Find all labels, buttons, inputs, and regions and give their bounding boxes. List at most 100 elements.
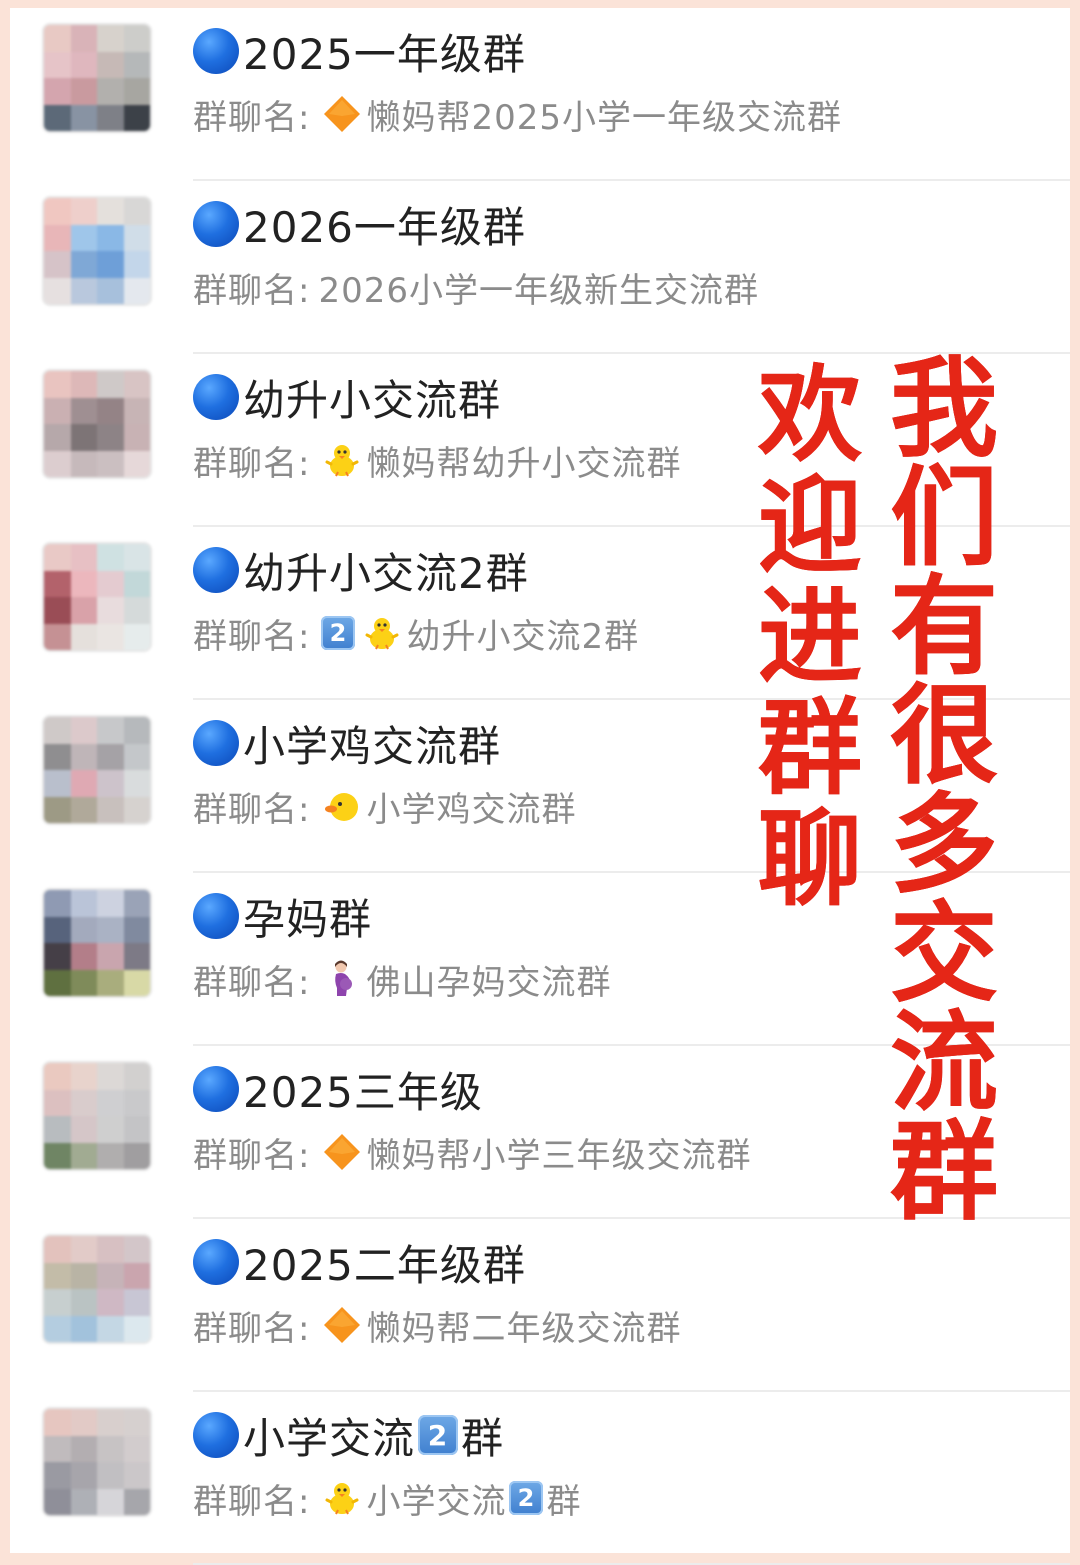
avatar-tile — [70, 224, 97, 251]
group-chat-row[interactable]: 2025一年级群 群聊名: 懒妈帮2025小学一年级交流群 — [10, 8, 1070, 181]
avatar-tile — [70, 1315, 97, 1342]
chat-name-label: 群聊名: — [193, 1135, 311, 1176]
group-avatar[interactable] — [44, 1236, 150, 1342]
group-title[interactable]: 小学交流 2 群 — [193, 1408, 504, 1463]
group-avatar[interactable] — [44, 717, 150, 823]
avatar-tile — [44, 570, 71, 597]
group-title-text: 小学鸡交流群 — [243, 721, 502, 771]
avatar-tile — [97, 597, 124, 624]
chat-name-label: 群聊名: — [193, 1481, 311, 1522]
avatar-tile — [44, 1435, 71, 1462]
avatar-tile — [123, 1142, 150, 1169]
avatar-tile — [44, 104, 71, 131]
avatar-tile — [70, 623, 97, 650]
avatar-tile — [44, 943, 71, 970]
avatar-tile — [97, 277, 124, 304]
avatar-tile — [44, 916, 71, 943]
avatar-tile — [44, 78, 71, 105]
avatar-tile — [123, 104, 150, 131]
avatar-tile — [70, 198, 97, 225]
keycap-two-icon: 2 — [321, 616, 356, 650]
avatar-tile — [97, 1089, 124, 1116]
avatar-tile — [44, 597, 71, 624]
avatar-tile — [97, 969, 124, 996]
overlay-char: 群 — [758, 687, 863, 809]
avatar-tile — [97, 796, 124, 823]
overlay-char: 欢 — [758, 354, 863, 476]
overlay-char: 迎 — [758, 465, 863, 587]
avatar-tile — [44, 544, 71, 571]
group-title[interactable]: 幼升小交流2群 — [193, 543, 529, 598]
avatar-tile — [97, 1289, 124, 1316]
group-title[interactable]: 2025一年级群 — [193, 24, 526, 79]
overlay-char: 我 — [890, 347, 999, 472]
avatar-tile — [70, 916, 97, 943]
group-title-text: 幼升小交流群 — [243, 375, 502, 425]
avatar-tile — [70, 544, 97, 571]
avatar-tile — [44, 969, 71, 996]
group-title[interactable]: 2026一年级群 — [193, 197, 526, 252]
blue-circle-icon — [193, 28, 239, 74]
group-title[interactable]: 2025三年级 — [193, 1062, 483, 1117]
chick-icon — [362, 613, 402, 653]
avatar-tile — [123, 544, 150, 571]
group-avatar[interactable] — [44, 1409, 150, 1515]
avatar-tile — [123, 1063, 150, 1090]
group-avatar[interactable] — [44, 198, 150, 304]
avatar-tile — [70, 1063, 97, 1090]
avatar-tile — [123, 277, 150, 304]
avatar-tile — [70, 969, 97, 996]
avatar-tile — [123, 916, 150, 943]
group-chat-name: 群聊名: 2026小学一年级新生交流群 — [193, 263, 759, 311]
avatar-tile — [44, 1089, 71, 1116]
group-avatar[interactable] — [44, 1063, 150, 1169]
avatar-tile — [97, 450, 124, 477]
avatar-tile — [70, 1488, 97, 1515]
group-chat-name: 群聊名: 懒妈帮二年级交流群 — [193, 1301, 681, 1349]
avatar-tile — [70, 1142, 97, 1169]
chat-name-text: 懒妈帮小学三年级交流群 — [366, 1135, 752, 1176]
avatar-tile — [123, 371, 150, 398]
chat-name-text: 懒妈帮2025小学一年级交流群 — [366, 97, 842, 138]
group-title[interactable]: 小学鸡交流群 — [193, 716, 501, 771]
avatar-tile — [70, 1116, 97, 1143]
blue-circle-icon — [193, 374, 239, 420]
duck-icon — [322, 786, 362, 826]
group-title[interactable]: 2025二年级群 — [193, 1235, 526, 1290]
group-title[interactable]: 幼升小交流群 — [193, 370, 501, 425]
group-chat-row[interactable]: 2026一年级群群聊名: 2026小学一年级新生交流群 — [10, 181, 1070, 354]
group-chat-row[interactable]: 2025二年级群群聊名: 懒妈帮二年级交流群 — [10, 1219, 1070, 1392]
overlay-char: 们 — [890, 456, 999, 581]
pregnant-woman-icon — [322, 959, 362, 999]
avatar-tile — [97, 1409, 124, 1436]
overlay-char: 交 — [890, 892, 999, 1017]
avatar-tile — [70, 397, 97, 424]
group-avatar[interactable] — [44, 25, 150, 131]
avatar-tile — [123, 717, 150, 744]
avatar-tile — [44, 770, 71, 797]
avatar-tile — [123, 1262, 150, 1289]
group-avatar[interactable] — [44, 371, 150, 477]
group-title-text: 孕妈群 — [243, 894, 373, 944]
avatar-tile — [123, 1435, 150, 1462]
group-title[interactable]: 孕妈群 — [193, 889, 372, 944]
avatar-tile — [44, 1488, 71, 1515]
avatar-tile — [97, 743, 124, 770]
avatar-tile — [123, 1488, 150, 1515]
group-avatar[interactable] — [44, 544, 150, 650]
welcome-overlay-text: 欢 迎 进 群 聊 — [758, 363, 862, 918]
avatar-tile — [97, 251, 124, 278]
avatar-tile — [123, 51, 150, 78]
avatar-tile — [123, 943, 150, 970]
avatar-tile — [44, 25, 71, 52]
avatar-tile — [97, 1116, 124, 1143]
avatar-tile — [97, 1262, 124, 1289]
group-avatar[interactable] — [44, 890, 150, 996]
overlay-char: 多 — [890, 783, 999, 908]
avatar-tile — [97, 623, 124, 650]
overlay-char: 群 — [890, 1110, 999, 1235]
avatar-tile — [97, 198, 124, 225]
avatar-tile — [70, 597, 97, 624]
keycap-two-icon: 2 — [509, 1481, 544, 1515]
group-chat-row[interactable]: 小学交流 2 群群聊名: 小学交流 2 群 — [10, 1392, 1070, 1565]
